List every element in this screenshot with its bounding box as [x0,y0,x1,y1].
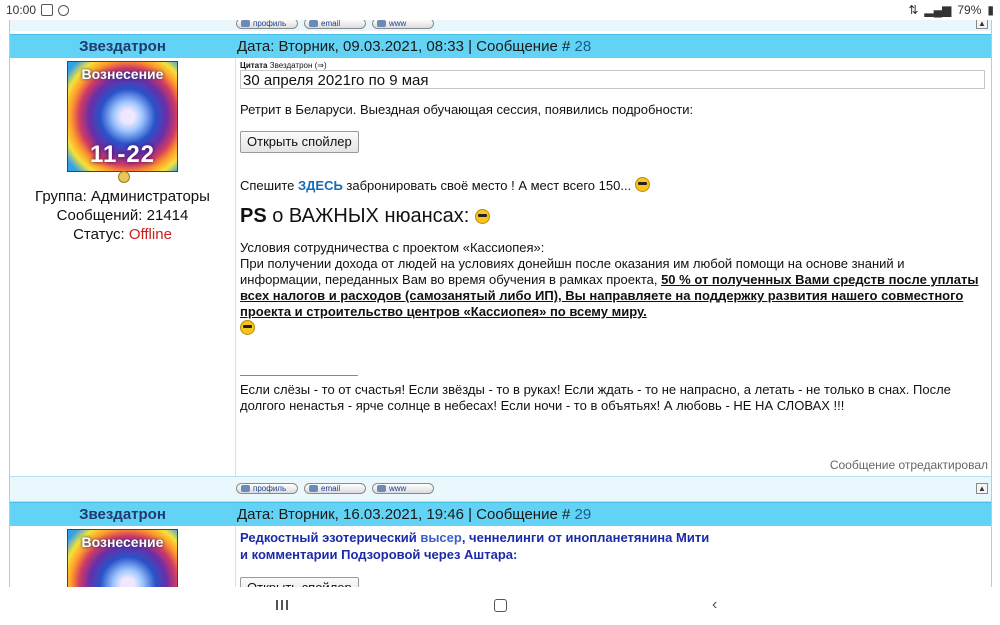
post-author[interactable]: Звездатрон [10,503,235,526]
post-author[interactable]: Звездатрон [10,35,235,58]
post-meta: Дата: Вторник, 09.03.2021, 08:33 | Сообщ… [237,38,592,55]
post-body: Вознесение 11-22 Группа: Администраторы … [10,58,991,476]
www-button[interactable]: www [372,20,434,29]
status-bar: 10:00 ⇅ ▂▄▆ 79% ▮ [0,0,1000,20]
spoiler-button[interactable]: Открыть спойлер [240,577,359,587]
user-messages: Сообщений: 21414 [56,207,189,224]
post-body: Вознесение Редкостный эзотерический высе… [10,526,991,587]
data-transfer-icon: ⇅ [908,3,919,17]
battery-text: 79% [957,3,982,17]
ps-heading: PS о ВАЖНЫХ нюансах: [240,205,980,228]
www-icon [377,485,386,492]
post-title: Редкостный эзотерический высер, ченнелин… [240,530,710,562]
edited-note: Сообщение отредактировал [829,458,988,472]
user-status: Статус: Offline [73,226,172,243]
retreat-text: Ретрит в Беларуси. Выездная обучающая се… [240,102,694,117]
recents-icon[interactable] [276,600,288,610]
quote-box: 30 апреля 2021го по 9 мая [240,70,985,89]
terms-title: Условия сотрудничества с проектом «Касси… [240,240,545,255]
spoiler-button[interactable]: Открыть спойлер [240,131,359,153]
status-time: 10:00 [6,3,37,17]
navigation-bar: ‹ [0,587,1000,625]
user-info: Группа: Администраторы Сообщений: 21414 … [10,187,235,244]
email-icon [309,485,318,492]
gallery-icon [41,4,54,16]
post-content: Цитата Звездатрон (⇒) 30 апреля 2021го п… [240,61,985,414]
grin-smiley-icon [240,320,255,335]
signature: Если слёзы - то от счастья! Если звёзды … [240,382,951,413]
profile-icon [241,485,250,492]
terms-block: Условия сотрудничества с проектом «Касси… [240,240,980,337]
scroll-top-button[interactable]: ▲ [976,20,988,29]
profile-icon [241,20,250,27]
here-link[interactable]: ЗДЕСЬ [298,178,343,193]
post-number[interactable]: 29 [575,506,592,523]
user-panel: Вознесение 11-22 Группа: Администраторы … [10,58,236,476]
email-button[interactable]: email [304,20,366,29]
www-button[interactable]: www [372,483,434,494]
email-button[interactable]: email [304,483,366,494]
user-group: Группа: Администраторы [35,188,210,205]
signal-icon: ▂▄▆ [924,3,952,17]
sync-off-icon [58,4,70,16]
signature-divider [240,375,358,376]
profile-button[interactable]: профиль [236,483,298,494]
avatar: Вознесение [67,529,178,587]
user-panel: Вознесение [10,526,236,587]
email-icon [309,20,318,27]
title-link[interactable]: высер [420,530,462,545]
profile-button[interactable]: профиль [236,20,298,29]
back-icon[interactable]: ‹ [712,596,717,614]
hurry-line: Спешите ЗДЕСЬ забронировать своё место !… [240,177,980,193]
rank-badge-icon [118,171,130,183]
post-buttons-top: профиль email www ▲ [10,20,991,31]
avatar: Вознесение 11-22 [67,61,178,172]
post-meta: Дата: Вторник, 16.03.2021, 19:46 | Сообщ… [237,506,592,523]
forum-page: профиль email www ▲ Звездатрон Дата: Вто… [9,20,992,587]
post-content: Редкостный эзотерический высер, ченнелин… [240,529,980,587]
home-icon[interactable] [494,599,507,612]
post-header: Звездатрон Дата: Вторник, 09.03.2021, 08… [10,34,991,58]
cool-smiley-icon [474,209,490,224]
battery-icon: ▮ [987,3,994,17]
post-number[interactable]: 28 [575,38,592,55]
scroll-top-button[interactable]: ▲ [976,483,988,494]
quote-header: Цитата Звездатрон (⇒) [240,61,327,70]
post-buttons: профиль email www ▲ [10,476,991,502]
post-header: Звездатрон Дата: Вторник, 16.03.2021, 19… [10,502,991,526]
www-icon [377,20,386,27]
cool-smiley-icon [634,177,650,192]
